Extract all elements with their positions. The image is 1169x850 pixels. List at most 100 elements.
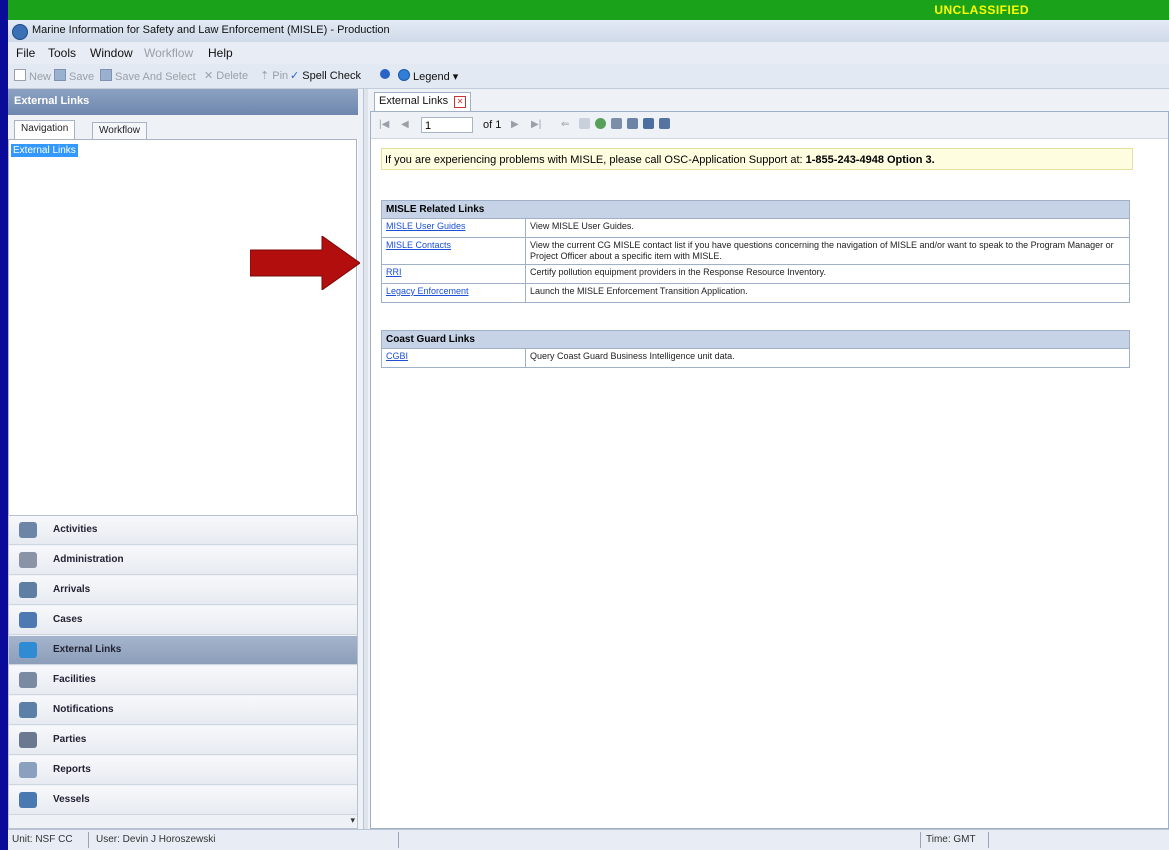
help-icon — [380, 69, 390, 79]
classification-banner: UNCLASSIFIED — [8, 0, 1169, 20]
nav-item-arrivals[interactable]: Arrivals — [9, 576, 357, 605]
coast-guard-links-table: Coast Guard Links CGBI Query Coast Guard… — [381, 330, 1130, 368]
table-row: CGBI Query Coast Guard Business Intellig… — [381, 348, 1130, 368]
next-page-icon[interactable]: ▶ — [511, 119, 519, 130]
spell-check-button[interactable]: ✓ Spell Check — [290, 69, 361, 82]
save-button[interactable]: Save — [54, 69, 94, 83]
table-row: MISLE Contacts View the current CG MISLE… — [381, 237, 1130, 265]
module-nav-list: Activities Administration Arrivals Cases… — [8, 515, 358, 829]
menu-help[interactable]: Help — [208, 46, 233, 60]
link-rri[interactable]: RRI — [381, 264, 526, 284]
app-icon — [12, 24, 28, 40]
menu-tools[interactable]: Tools — [48, 46, 76, 60]
menu-bar: File Tools Window Workflow Help — [8, 42, 1169, 64]
link-description: View the current CG MISLE contact list i… — [525, 237, 1130, 265]
page-count-label: of 1 — [483, 119, 502, 131]
facilities-icon — [19, 672, 37, 688]
page-number-input[interactable]: 1 — [421, 117, 473, 133]
help-button[interactable] — [380, 69, 393, 81]
coast-guard-links-header: Coast Guard Links — [381, 330, 1130, 349]
stop-icon[interactable] — [579, 118, 590, 129]
nav-item-notifications[interactable]: Notifications — [9, 696, 357, 725]
tab-workflow[interactable]: Workflow — [92, 122, 147, 139]
link-cgbi[interactable]: CGBI — [381, 348, 526, 368]
status-bar: Unit: NSF CC User: Devin J Horoszewski T… — [8, 829, 1169, 850]
classification-label: UNCLASSIFIED — [934, 3, 1029, 17]
legend-button[interactable]: Legend ▾ — [398, 69, 458, 83]
print-layout-icon[interactable] — [627, 118, 638, 129]
table-row: Legacy Enforcement Launch the MISLE Enfo… — [381, 283, 1130, 303]
misle-links-header: MISLE Related Links — [381, 200, 1130, 219]
status-separator — [988, 832, 989, 848]
link-description: Certify pollution equipment providers in… — [525, 264, 1130, 284]
save-select-button[interactable]: Save And Select — [100, 69, 196, 83]
link-description: View MISLE User Guides. — [525, 218, 1130, 238]
nav-item-vessels[interactable]: Vessels — [9, 786, 357, 815]
misle-links-table: MISLE Related Links MISLE User Guides Vi… — [381, 200, 1130, 303]
vessels-icon — [19, 792, 37, 808]
link-legacy-enforcement[interactable]: Legacy Enforcement — [381, 283, 526, 303]
back-icon[interactable]: ⇐ — [561, 119, 569, 130]
refresh-icon[interactable] — [595, 118, 606, 129]
report-toolbar: |◀ ◀ 1 of 1 ▶ ▶| ⇐ — [371, 112, 1168, 139]
nav-item-facilities[interactable]: Facilities — [9, 666, 357, 695]
new-icon — [14, 69, 26, 81]
table-row: MISLE User Guides View MISLE User Guides… — [381, 218, 1130, 238]
left-panel-header: External Links — [8, 89, 358, 115]
link-description: Launch the MISLE Enforcement Transition … — [525, 283, 1130, 303]
export-icon[interactable] — [659, 118, 670, 129]
report-viewer: |◀ ◀ 1 of 1 ▶ ▶| ⇐ If you are experienci… — [370, 111, 1169, 829]
left-panel-tabs: Navigation Workflow — [8, 115, 358, 139]
print-icon[interactable] — [611, 118, 622, 129]
link-description: Query Coast Guard Business Intelligence … — [525, 348, 1130, 368]
new-button[interactable]: New — [14, 69, 51, 83]
status-separator — [88, 832, 89, 848]
prev-page-icon[interactable]: ◀ — [401, 119, 409, 130]
delete-icon: ✕ — [204, 70, 217, 82]
reports-icon — [19, 762, 37, 778]
status-time: Time: GMT — [926, 834, 976, 845]
main-toolbar: New Save Save And Select ✕ Delete ⇡ Pin … — [8, 64, 1169, 89]
parties-icon — [19, 732, 37, 748]
table-row: RRI Certify pollution equipment provider… — [381, 264, 1130, 284]
administration-icon — [19, 552, 37, 568]
delete-button[interactable]: ✕ Delete — [204, 69, 248, 82]
nav-item-external-links[interactable]: External Links — [9, 636, 357, 665]
chevron-down-icon: ▾ — [452, 71, 459, 83]
save-icon — [54, 69, 66, 81]
app-window: UNCLASSIFIED Marine Information for Safe… — [8, 0, 1169, 850]
status-unit: Unit: NSF CC — [12, 834, 73, 845]
status-separator — [920, 832, 921, 848]
legend-icon — [398, 69, 410, 81]
nav-item-activities[interactable]: Activities — [9, 516, 357, 545]
link-misle-contacts[interactable]: MISLE Contacts — [381, 237, 526, 265]
callout-arrow-icon — [250, 236, 360, 290]
first-page-icon[interactable]: |◀ — [379, 119, 389, 130]
activities-icon — [19, 522, 37, 538]
support-notice: If you are experiencing problems with MI… — [381, 148, 1133, 170]
title-bar: Marine Information for Safety and Law En… — [8, 20, 1169, 42]
status-user: User: Devin J Horoszewski — [96, 834, 216, 845]
support-phone: 1-855-243-4948 Option 3. — [805, 154, 935, 166]
menu-window[interactable]: Window — [90, 46, 133, 60]
tree-item-external-links[interactable]: External Links — [11, 144, 78, 157]
external-links-icon — [19, 642, 37, 658]
last-page-icon[interactable]: ▶| — [531, 119, 541, 130]
link-misle-user-guides[interactable]: MISLE User Guides — [381, 218, 526, 238]
nav-item-cases[interactable]: Cases — [9, 606, 357, 635]
close-icon[interactable]: ✕ — [454, 96, 467, 108]
nav-item-administration[interactable]: Administration — [9, 546, 357, 575]
window-title: Marine Information for Safety and Law En… — [32, 24, 390, 36]
nav-item-parties[interactable]: Parties — [9, 726, 357, 755]
tab-navigation[interactable]: Navigation — [14, 120, 76, 139]
cases-icon — [19, 612, 37, 628]
nav-item-reports[interactable]: Reports — [9, 756, 357, 785]
status-separator — [398, 832, 399, 848]
tab-external-links[interactable]: External Links ✕ — [374, 92, 472, 111]
menu-workflow[interactable]: Workflow — [144, 46, 193, 60]
notifications-icon — [19, 702, 37, 718]
nav-overflow-button[interactable]: ▾ — [350, 815, 355, 826]
menu-file[interactable]: File — [16, 46, 35, 60]
page-setup-icon[interactable] — [643, 118, 654, 129]
pin-button[interactable]: ⇡ Pin — [260, 69, 288, 82]
